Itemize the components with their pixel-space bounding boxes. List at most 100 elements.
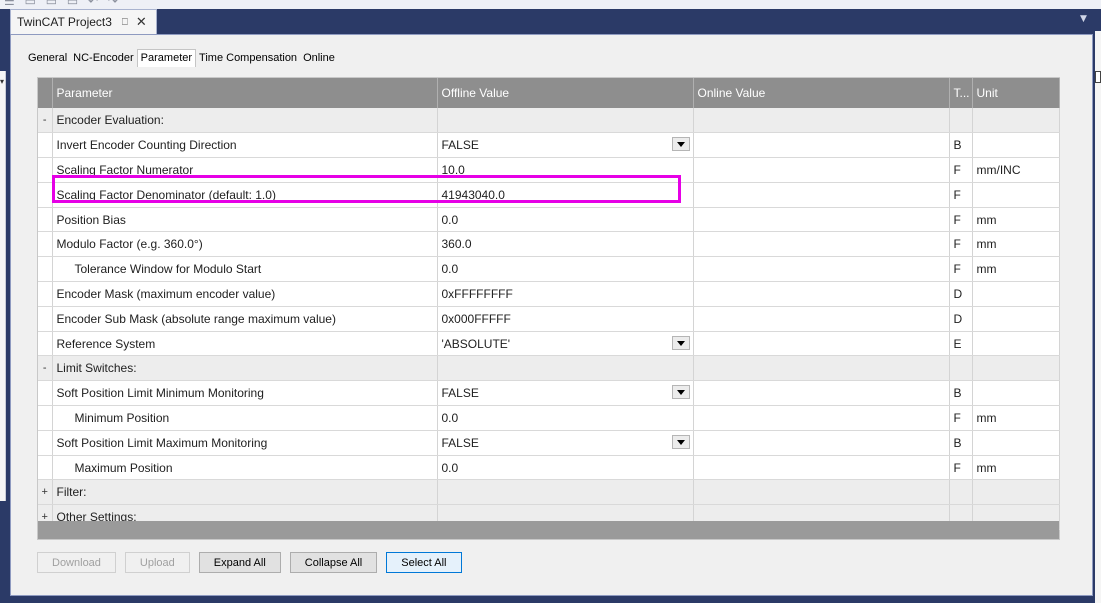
offline-value[interactable]: 41943040.0 (437, 182, 694, 208)
expand-toggle (38, 306, 53, 332)
dropdown-arrow-icon[interactable] (671, 335, 690, 350)
param-type (949, 108, 973, 134)
collapse-all-button[interactable]: Collapse All (289, 552, 378, 573)
table-row[interactable]: Modulo Factor (e.g. 360.0°) 360.0 F mm (38, 231, 1060, 258)
table-row[interactable]: Minimum Position 0.0 F mm (38, 405, 1060, 431)
table-row[interactable]: Invert Encoder Counting Direction FALSE … (38, 132, 1060, 159)
offline-value[interactable]: 0.0 (437, 405, 694, 431)
table-row[interactable]: Maximum Position 0.0 F mm (38, 455, 1060, 481)
upload-button[interactable]: Upload (124, 552, 190, 573)
table-row[interactable]: Soft Position Limit Maximum Monitoring F… (38, 430, 1060, 456)
panel-toggle-icon[interactable] (1095, 71, 1101, 83)
offline-value[interactable]: 10.0 (437, 157, 694, 183)
offline-value-cell[interactable]: FALSE (437, 380, 694, 407)
param-unit (972, 281, 1060, 307)
header-unit[interactable]: Unit (972, 78, 1060, 108)
tab-overflow-icon[interactable]: ▼ (1080, 14, 1087, 24)
header-row: Parameter Offline Value Online Value T..… (38, 78, 1060, 108)
param-name: Soft Position Limit Minimum Monitoring (52, 380, 438, 407)
param-unit (972, 182, 1060, 208)
subtab-strip: General NC-Encoder Parameter Time Compen… (25, 48, 338, 67)
chevron-down-icon[interactable]: ▾ (0, 77, 4, 86)
param-type: B (949, 380, 973, 407)
tab-nc-encoder[interactable]: NC-Encoder (70, 50, 137, 66)
table-row[interactable]: - Limit Switches: (38, 355, 1060, 382)
dropdown-arrow-icon[interactable] (671, 137, 690, 152)
dropdown-arrow-icon[interactable] (671, 434, 690, 449)
param-name: Encoder Evaluation: (52, 108, 438, 134)
offline-value[interactable]: 0.0 (437, 256, 694, 283)
document-tab[interactable]: TwinCAT Project3 ⎕ ✕ (10, 9, 157, 34)
param-unit (972, 132, 1060, 159)
tab-general[interactable]: General (25, 50, 70, 66)
offline-value[interactable]: 0xFFFFFFFF (437, 281, 694, 307)
offline-value (437, 108, 694, 134)
param-unit: mm/INC (972, 157, 1060, 183)
offline-value: FALSE (441, 386, 479, 401)
properties-edge (1095, 31, 1101, 603)
table-row[interactable]: Encoder Sub Mask (absolute range maximum… (38, 306, 1060, 332)
select-all-button[interactable]: Select All (386, 552, 462, 573)
param-name: Maximum Position (52, 455, 438, 481)
online-value (693, 306, 950, 332)
expand-toggle (38, 256, 53, 283)
param-name: Invert Encoder Counting Direction (52, 132, 438, 159)
online-value (693, 455, 950, 481)
param-name: Encoder Sub Mask (absolute range maximum… (52, 306, 438, 332)
offline-value[interactable]: 0x000FFFFF (437, 306, 694, 332)
table-row[interactable]: Scaling Factor Numerator 10.0 F mm/INC (38, 157, 1060, 183)
table-row[interactable]: + Filter: (38, 479, 1060, 506)
param-name: Soft Position Limit Maximum Monitoring (52, 430, 438, 456)
table-row[interactable]: Scaling Factor Denominator (default: 1.0… (38, 182, 1060, 208)
parameter-table: Parameter Offline Value Online Value T..… (38, 78, 1060, 531)
close-icon[interactable]: ✕ (136, 15, 147, 30)
offline-value-cell[interactable]: 'ABSOLUTE' (437, 331, 694, 357)
expand-toggle[interactable]: + (38, 479, 53, 506)
offline-value: FALSE (441, 435, 479, 450)
table-row[interactable]: Reference System 'ABSOLUTE' E (38, 331, 1060, 357)
param-type: F (949, 157, 973, 183)
param-unit: mm (972, 207, 1060, 233)
tab-online[interactable]: Online (300, 50, 338, 66)
param-name: Limit Switches: (52, 355, 438, 382)
param-unit: mm (972, 256, 1060, 283)
offline-value-cell[interactable]: FALSE (437, 132, 694, 159)
offline-value[interactable]: 0.0 (437, 455, 694, 481)
header-type[interactable]: T... (949, 78, 973, 108)
expand-toggle (38, 380, 53, 407)
header-offline-value[interactable]: Offline Value (437, 78, 694, 108)
param-unit: mm (972, 231, 1060, 258)
expand-toggle[interactable]: - (38, 355, 53, 382)
expand-toggle[interactable]: - (38, 108, 53, 134)
table-row[interactable]: Encoder Mask (maximum encoder value) 0xF… (38, 281, 1060, 307)
param-type: F (949, 231, 973, 258)
tab-time-compensation[interactable]: Time Compensation (196, 50, 300, 66)
param-unit (972, 306, 1060, 332)
table-row[interactable]: Position Bias 0.0 F mm (38, 207, 1060, 233)
parameter-grid: Parameter Offline Value Online Value T..… (37, 77, 1060, 540)
table-row[interactable]: - Encoder Evaluation: (38, 108, 1060, 134)
table-row[interactable]: Soft Position Limit Minimum Monitoring F… (38, 380, 1060, 407)
table-row[interactable]: Tolerance Window for Modulo Start 0.0 F … (38, 256, 1060, 283)
param-unit (972, 108, 1060, 134)
offline-value-cell[interactable]: FALSE (437, 430, 694, 456)
offline-value[interactable]: 0.0 (437, 207, 694, 233)
grid-horizontal-scrollbar[interactable] (38, 521, 1059, 539)
offline-value (437, 479, 694, 506)
online-value (693, 380, 950, 407)
header-online-value[interactable]: Online Value (693, 78, 950, 108)
toolbar-icons: ☰ ▭ ▭ ▭ ↶ ↷ (4, 0, 121, 8)
dropdown-arrow-icon[interactable] (671, 385, 690, 400)
offline-value[interactable]: 360.0 (437, 231, 694, 258)
param-name: Reference System (52, 331, 438, 357)
expand-toggle (38, 157, 53, 183)
online-value (693, 430, 950, 456)
param-type: F (949, 455, 973, 481)
header-parameter[interactable]: Parameter (52, 78, 438, 108)
tab-parameter[interactable]: Parameter (136, 49, 197, 67)
solution-explorer-edge (0, 71, 6, 501)
expand-all-button[interactable]: Expand All (198, 552, 281, 573)
download-button[interactable]: Download (37, 552, 116, 573)
pin-icon[interactable]: ⎕ (122, 17, 128, 28)
toolbar-strip: ☰ ▭ ▭ ▭ ↶ ↷ (0, 0, 1101, 9)
